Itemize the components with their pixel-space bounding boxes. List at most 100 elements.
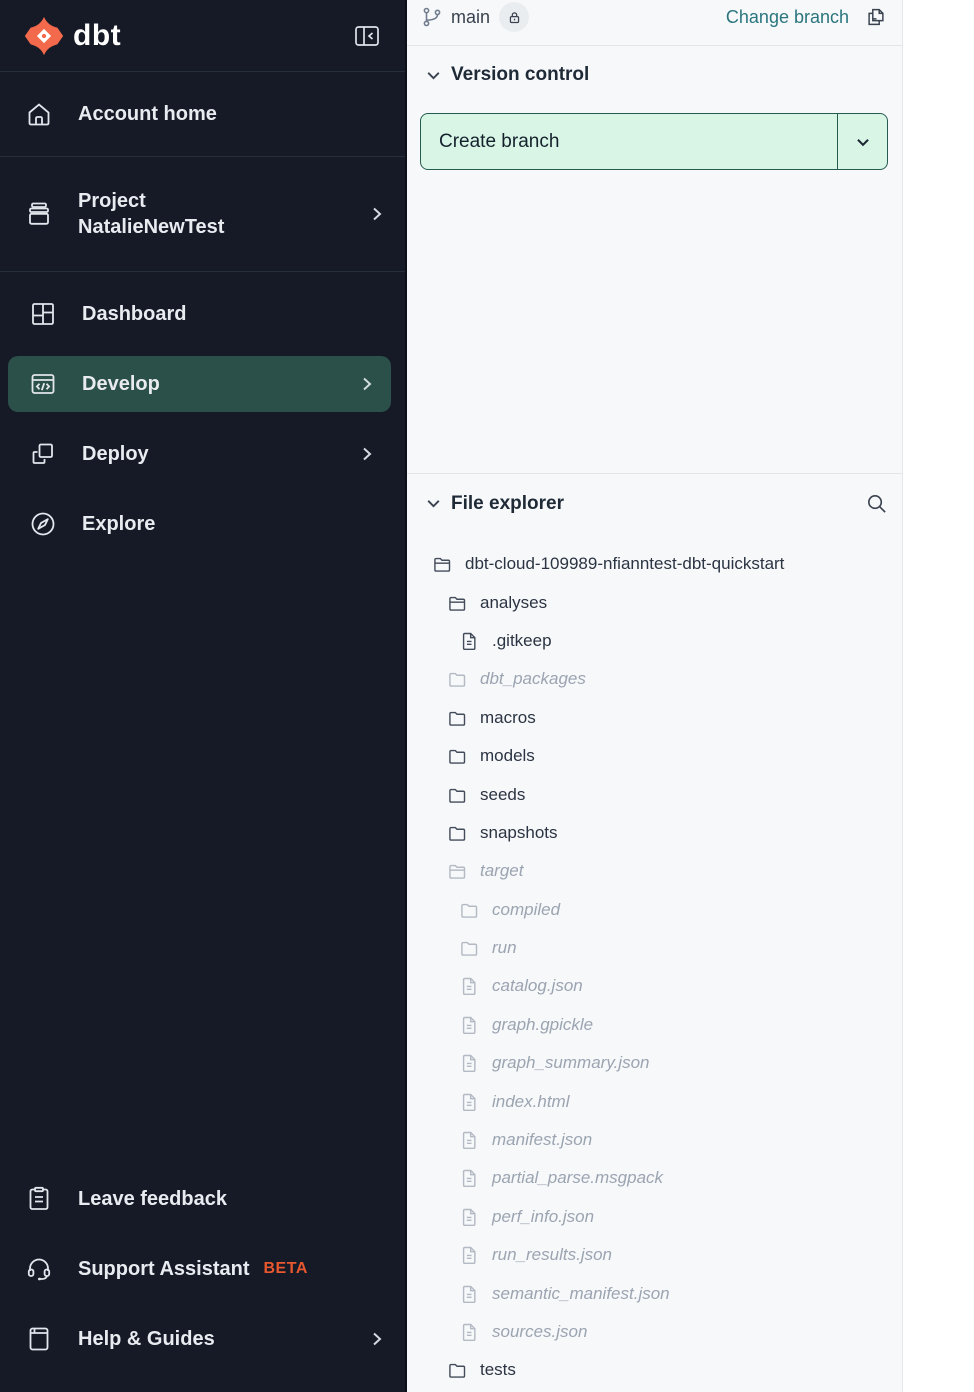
tree-file-.gitkeep[interactable]: .gitkeep — [407, 622, 902, 660]
sidebar-item-develop[interactable]: Develop — [8, 356, 391, 412]
app-window: dbt Account home Project NatalieNewTest — [0, 0, 974, 1392]
sidebar-item-project[interactable]: Project NatalieNewTest — [0, 157, 405, 272]
tree-folder-run[interactable]: run — [407, 929, 902, 967]
sidebar-item-label: Deploy — [82, 441, 149, 467]
tree-item-label: run — [492, 938, 517, 958]
tree-item-label: snapshots — [480, 823, 558, 843]
tree-file-sources.json[interactable]: sources.json — [407, 1313, 902, 1351]
version-control-header[interactable]: Version control — [407, 46, 902, 86]
sidebar-item-label: Dashboard — [82, 301, 186, 327]
tree-item-label: tests — [480, 1360, 516, 1380]
file-icon — [459, 1168, 479, 1188]
branch-name: main — [451, 7, 490, 28]
tree-folder-tests[interactable]: tests — [407, 1351, 902, 1389]
explore-compass-icon — [28, 510, 58, 538]
create-branch-label[interactable]: Create branch — [421, 114, 837, 169]
tree-file-index.html[interactable]: index.html — [407, 1082, 902, 1120]
dbt-logo-icon — [24, 16, 64, 56]
tree-folder-analyses[interactable]: analyses — [407, 583, 902, 621]
section-title: Version control — [451, 64, 589, 86]
sidebar-item-support-assistant[interactable]: Support Assistant BETA — [0, 1241, 405, 1297]
tree-item-label: perf_info.json — [492, 1207, 594, 1227]
beta-badge: BETA — [264, 1260, 308, 1278]
sidebar-item-leave-feedback[interactable]: Leave feedback — [0, 1171, 405, 1227]
develop-code-window-icon — [28, 370, 58, 398]
chevron-right-icon — [369, 1331, 385, 1347]
tree-folder-dbt_packages[interactable]: dbt_packages — [407, 660, 902, 698]
file-icon — [459, 1092, 479, 1112]
tree-item-label: seeds — [480, 785, 525, 805]
tree-folder-target[interactable]: target — [407, 852, 902, 890]
file-tree: dbt-cloud-109989-nfianntest-dbt-quicksta… — [407, 545, 902, 1390]
sidebar-item-account-home[interactable]: Account home — [0, 72, 405, 157]
file-icon — [459, 1053, 479, 1073]
tree-item-label: catalog.json — [492, 976, 583, 996]
sidebar-item-explore[interactable]: Explore — [8, 496, 391, 552]
tree-folder-snapshots[interactable]: snapshots — [407, 814, 902, 852]
sidebar-item-help-guides[interactable]: Help & Guides — [0, 1311, 405, 1367]
tree-item-label: dbt_packages — [480, 669, 586, 689]
chevron-down-icon[interactable] — [425, 495, 442, 512]
folder-icon — [459, 938, 479, 958]
create-branch-dropdown[interactable] — [837, 114, 887, 169]
tree-file-graph.gpickle[interactable]: graph.gpickle — [407, 1006, 902, 1044]
tree-file-catalog.json[interactable]: catalog.json — [407, 967, 902, 1005]
create-branch-button[interactable]: Create branch — [420, 113, 888, 170]
tree-file-graph_summary.json[interactable]: graph_summary.json — [407, 1044, 902, 1082]
tree-folder-seeds[interactable]: seeds — [407, 775, 902, 813]
file-icon — [459, 1130, 479, 1150]
tree-item-label: partial_parse.msgpack — [492, 1168, 663, 1188]
tree-item-label: models — [480, 746, 535, 766]
file-icon — [459, 976, 479, 996]
folder-icon — [447, 708, 467, 728]
tree-folder-macros[interactable]: macros — [407, 699, 902, 737]
tree-item-label: .gitkeep — [492, 631, 552, 651]
folder-icon — [459, 900, 479, 920]
sidebar-item-label: Project NatalieNewTest — [78, 188, 224, 240]
folder-open-icon — [432, 554, 452, 574]
file-explorer-section: File explorer dbt-cloud-109989-nfianntes… — [407, 473, 902, 1392]
search-icon[interactable] — [865, 492, 888, 515]
git-branch-icon — [421, 6, 443, 28]
tree-item-label: manifest.json — [492, 1130, 592, 1150]
brand-row: dbt — [0, 0, 405, 72]
sidebar-item-label: Explore — [82, 511, 155, 537]
branch-lock-badge — [499, 2, 529, 32]
tree-folder-dbt-cloud-109989-nfianntest-dbt-quickstart[interactable]: dbt-cloud-109989-nfianntest-dbt-quicksta… — [407, 545, 902, 583]
tree-item-label: graph.gpickle — [492, 1015, 593, 1035]
change-branch-link[interactable]: Change branch — [726, 7, 849, 28]
project-boxes-icon — [24, 200, 54, 228]
chevron-right-icon — [359, 376, 375, 392]
branch-bar: main Change branch — [407, 0, 902, 46]
headset-icon — [24, 1255, 54, 1283]
book-icon — [24, 1325, 54, 1353]
tree-folder-compiled[interactable]: compiled — [407, 891, 902, 929]
sidebar-item-deploy[interactable]: Deploy — [8, 426, 391, 482]
tree-file-perf_info.json[interactable]: perf_info.json — [407, 1198, 902, 1236]
folder-icon — [447, 746, 467, 766]
chevron-down-icon[interactable] — [425, 67, 442, 84]
tree-file-partial_parse.msgpack[interactable]: partial_parse.msgpack — [407, 1159, 902, 1197]
file-icon — [459, 1284, 479, 1304]
tree-file-run_results.json[interactable]: run_results.json — [407, 1236, 902, 1274]
folder-icon — [447, 1360, 467, 1380]
file-explorer-header[interactable]: File explorer — [407, 474, 902, 515]
collapse-sidebar-icon[interactable] — [353, 22, 381, 50]
sidebar-item-dashboard[interactable]: Dashboard — [8, 286, 391, 342]
folder-open-icon — [447, 861, 467, 881]
folder-icon — [447, 823, 467, 843]
tree-file-semantic_manifest.json[interactable]: semantic_manifest.json — [407, 1274, 902, 1312]
sidebar-footer: Leave feedback Support Assistant BETA He… — [0, 1171, 405, 1392]
file-icon — [459, 631, 479, 651]
branch-bar-actions: Change branch — [726, 1, 887, 33]
tree-folder-models[interactable]: models — [407, 737, 902, 775]
tree-item-label: graph_summary.json — [492, 1053, 649, 1073]
tree-item-label: macros — [480, 708, 536, 728]
file-icon — [459, 1207, 479, 1227]
copy-icon[interactable] — [865, 6, 887, 28]
sidebar-item-label: Develop — [82, 371, 160, 397]
file-icon — [459, 1015, 479, 1035]
tree-file-manifest.json[interactable]: manifest.json — [407, 1121, 902, 1159]
folder-icon — [447, 785, 467, 805]
chevron-right-icon — [359, 446, 375, 462]
